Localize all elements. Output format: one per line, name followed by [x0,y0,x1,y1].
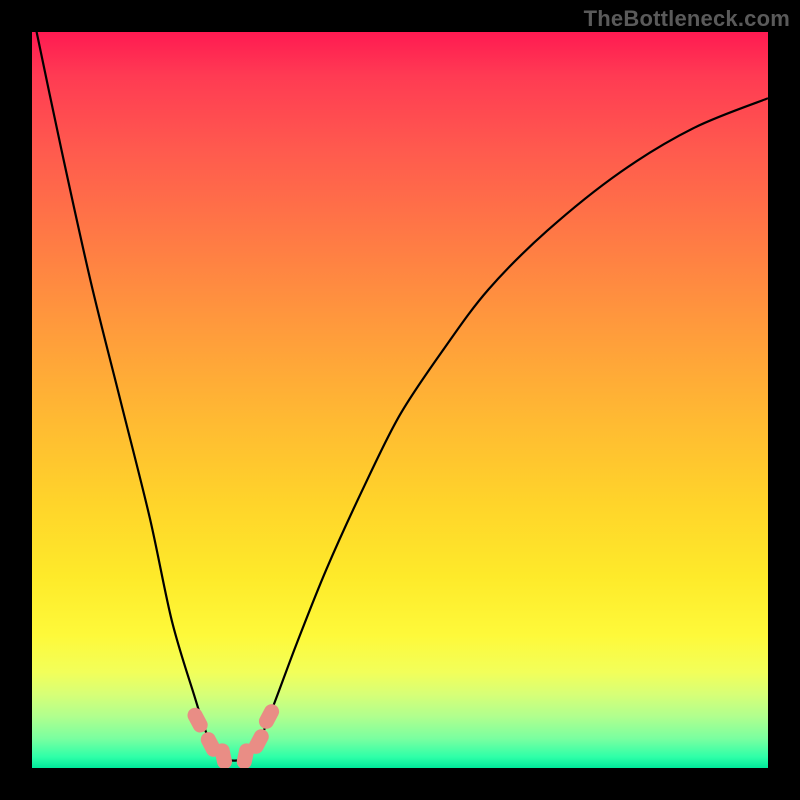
bottleneck-curve-svg [32,32,768,768]
plot-area [32,32,768,768]
bottleneck-curve [32,32,768,761]
watermark-text: TheBottleneck.com [584,6,790,32]
chart-frame: TheBottleneck.com [0,0,800,800]
curve-marker [257,702,281,731]
curve-marker [214,743,233,768]
curve-markers [186,702,281,768]
